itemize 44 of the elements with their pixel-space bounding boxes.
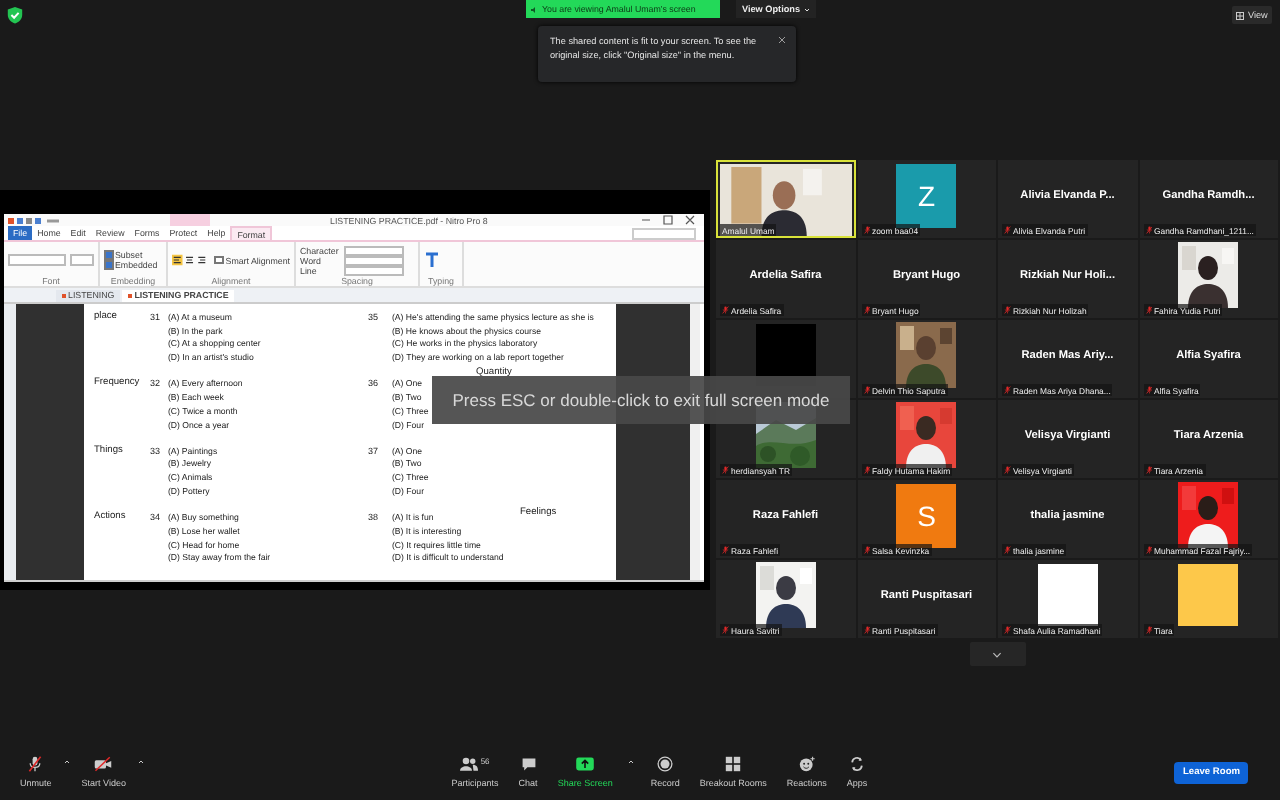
chevron-down-icon [992,651,1002,657]
muted-microphone-icon [1145,386,1152,394]
avatar: Z [896,163,957,227]
muted-microphone-icon [1004,466,1011,474]
align-buttons-icon[interactable] [172,254,211,266]
grid-icon [1236,11,1244,19]
muted-microphone-icon [863,306,870,314]
muted-microphone-icon [722,466,729,474]
record-icon [656,756,675,772]
file-icon [128,293,133,298]
apps-icon [848,756,867,772]
shield-icon [6,6,24,24]
avatar: S [896,483,957,547]
muted-microphone-icon [722,546,729,554]
muted-microphone-icon [1004,226,1011,234]
camera-off-icon [94,756,113,772]
muted-microphone-icon [863,386,870,394]
muted-microphone-icon [863,546,870,554]
smiley-icon [797,756,816,772]
speaker-icon [530,5,538,13]
muted-microphone-icon [1004,306,1011,314]
grid-icon [724,756,743,772]
chat-icon [519,756,538,772]
share-screen-icon [574,756,597,772]
muted-microphone-icon [1145,226,1152,234]
muted-microphone-icon [863,466,870,474]
muted-microphone-icon [1145,306,1152,314]
close-icon[interactable] [778,36,786,44]
muted-microphone-icon [1145,626,1152,634]
muted-microphone-icon [863,626,870,634]
people-icon [460,756,479,772]
muted-microphone-icon [863,226,870,234]
find-field[interactable] [632,227,696,239]
muted-microphone-icon [1004,626,1011,634]
muted-microphone-icon [722,626,729,634]
microphone-off-icon [26,756,45,772]
muted-microphone-icon [722,306,729,314]
muted-microphone-icon [1004,546,1011,554]
fullscreen-toast: Press ESC or double-click to exit full screen mode [432,376,850,424]
muted-microphone-icon [1004,386,1011,394]
muted-microphone-icon [1145,466,1152,474]
window-controls-icon[interactable] [638,214,698,226]
text-cursor-icon[interactable] [424,252,440,268]
muted-microphone-icon [1145,546,1152,554]
